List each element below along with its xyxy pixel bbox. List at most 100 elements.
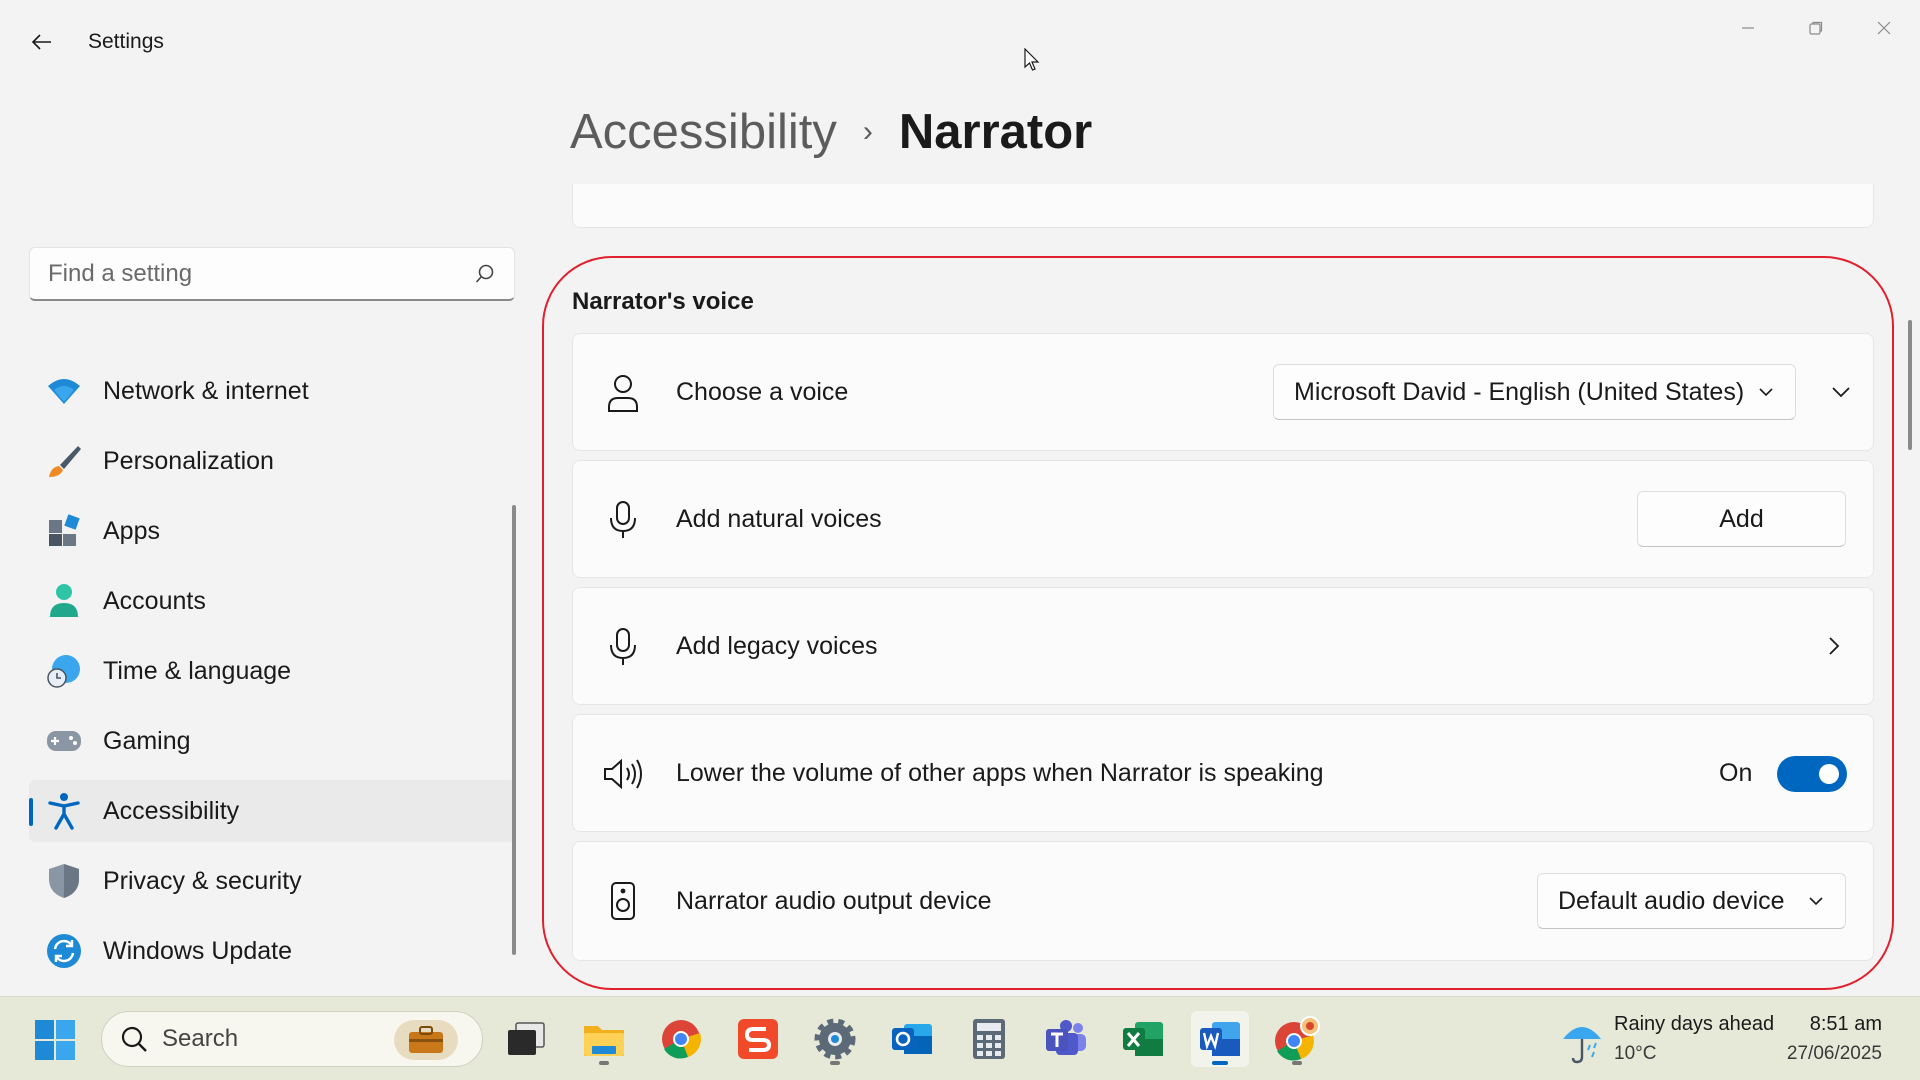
file-explorer-icon[interactable] [575, 1011, 633, 1067]
running-indicator [830, 1061, 840, 1065]
chevron-down-icon [1759, 388, 1773, 397]
chrome-profile-icon[interactable] [1268, 1011, 1326, 1067]
breadcrumb-separator: › [862, 115, 873, 148]
voice-dropdown-value: Microsoft David - English (United States… [1294, 377, 1745, 406]
choose-voice-card: Choose a voice Microsoft David - English… [572, 333, 1874, 451]
sidebar-item-label: Time & language [103, 656, 292, 685]
sidebar-item-label: Apps [103, 516, 160, 545]
active-indicator [1212, 1061, 1228, 1065]
task-view-icon[interactable] [497, 1011, 555, 1067]
excel-icon[interactable] [1114, 1011, 1172, 1067]
sidebar-item-label: Privacy & security [103, 866, 302, 895]
natural-voices-label: Add natural voices [676, 504, 882, 533]
chevron-down-icon [1809, 897, 1823, 906]
section-title: Narrator's voice [572, 288, 754, 315]
previous-setting-card [572, 184, 1874, 228]
person-icon [45, 582, 83, 620]
microphone-icon [603, 627, 643, 667]
toggle-state-label: On [1719, 758, 1753, 787]
sidebar-item-personalization[interactable]: Personalization [29, 430, 515, 492]
running-indicator [599, 1061, 609, 1065]
sidebar-item-time-language[interactable]: Time & language [29, 640, 515, 702]
breadcrumb-parent[interactable]: Accessibility [570, 104, 837, 160]
shield-icon [45, 862, 83, 900]
paintbrush-icon [45, 442, 83, 480]
lower-volume-toggle[interactable] [1777, 756, 1847, 792]
expand-chevron-icon[interactable] [1830, 381, 1852, 408]
lower-volume-label: Lower the volume of other apps when Narr… [676, 758, 1324, 787]
minimize-button[interactable] [1720, 8, 1776, 48]
search-box[interactable] [29, 247, 515, 301]
restore-button[interactable] [1788, 8, 1844, 48]
audio-device-dropdown[interactable]: Default audio device [1537, 873, 1846, 929]
sidebar-nav: Network & internet Personalization Apps … [29, 360, 515, 990]
audio-output-card: Narrator audio output device Default aud… [572, 841, 1874, 961]
add-natural-voices-button[interactable]: Add [1637, 491, 1846, 547]
sidebar-item-label: Accounts [103, 586, 206, 615]
settings-icon[interactable] [806, 1011, 864, 1067]
update-icon [45, 932, 83, 970]
gamepad-icon [45, 722, 83, 760]
breadcrumb: Accessibility › Narrator [570, 100, 1092, 164]
search-input[interactable] [48, 259, 474, 288]
mouse-cursor-icon [1024, 48, 1040, 71]
legacy-voices-label: Add legacy voices [676, 631, 878, 660]
natural-voices-card: Add natural voices Add [572, 460, 1874, 578]
sidebar-item-label: Gaming [103, 726, 191, 755]
calculator-icon[interactable] [960, 1011, 1018, 1067]
sidebar-item-network[interactable]: Network & internet [29, 360, 515, 422]
choose-voice-label: Choose a voice [676, 377, 849, 406]
search-icon [121, 1026, 147, 1052]
minimize-icon [1742, 27, 1754, 29]
audio-output-label: Narrator audio output device [676, 886, 992, 915]
content-scrollbar[interactable] [1908, 320, 1912, 450]
toggle-knob [1819, 764, 1839, 784]
back-button[interactable] [22, 22, 62, 62]
chrome-icon[interactable] [652, 1011, 710, 1067]
close-icon [1877, 21, 1891, 35]
wifi-icon [45, 372, 83, 410]
speaker-device-icon [603, 881, 643, 921]
sidebar-item-accessibility[interactable]: Accessibility [29, 780, 515, 842]
voice-dropdown[interactable]: Microsoft David - English (United States… [1273, 364, 1796, 420]
briefcase-icon [394, 1020, 458, 1060]
close-button[interactable] [1856, 8, 1912, 48]
app-title: Settings [88, 30, 164, 53]
word-icon[interactable] [1191, 1011, 1249, 1067]
umbrella-icon [1563, 1027, 1601, 1064]
clock-time[interactable]: 8:51 am [1810, 1013, 1882, 1036]
sidebar-item-label: Network & internet [103, 376, 309, 405]
audio-device-value: Default audio device [1558, 886, 1785, 915]
sidebar-item-label: Accessibility [103, 796, 240, 825]
page-title: Narrator [898, 105, 1093, 159]
sidebar-scrollbar[interactable] [512, 505, 516, 955]
person-voice-icon [603, 373, 643, 413]
sidebar-item-apps[interactable]: Apps [29, 500, 515, 562]
legacy-voices-card[interactable]: Add legacy voices [572, 587, 1874, 705]
weather-widget[interactable]: Rainy days ahead 10°C [1558, 1013, 1798, 1069]
back-arrow-icon [31, 34, 51, 50]
teams-icon[interactable] [1037, 1011, 1095, 1067]
search-icon[interactable] [474, 263, 496, 285]
speaker-icon [603, 754, 643, 794]
chevron-right-icon [1823, 635, 1845, 662]
sidebar-item-windows-update[interactable]: Windows Update [29, 920, 515, 982]
taskbar-search-label: Search [162, 1025, 239, 1052]
sidebar-item-label: Personalization [103, 446, 274, 475]
clock-date[interactable]: 27/06/2025 [1787, 1043, 1882, 1065]
sidebar-item-label: Windows Update [103, 936, 292, 965]
start-icon[interactable] [34, 1019, 76, 1061]
sidebar-item-privacy-security[interactable]: Privacy & security [29, 850, 515, 912]
globe-clock-icon [45, 652, 83, 690]
accessibility-icon [45, 792, 83, 830]
outlook-icon[interactable] [883, 1011, 941, 1067]
sidebar-item-gaming[interactable]: Gaming [29, 710, 515, 772]
scribble-app-icon[interactable] [729, 1011, 787, 1067]
weather-condition: Rainy days ahead [1614, 1013, 1775, 1035]
taskbar: Search Rainy days ahead 10°C 8:51 am 27/… [0, 996, 1920, 1080]
sidebar-item-accounts[interactable]: Accounts [29, 570, 515, 632]
lower-volume-card: Lower the volume of other apps when Narr… [572, 714, 1874, 832]
taskbar-search[interactable]: Search [101, 1011, 483, 1067]
title-bar: Settings [0, 0, 1920, 84]
microphone-icon [603, 500, 643, 540]
